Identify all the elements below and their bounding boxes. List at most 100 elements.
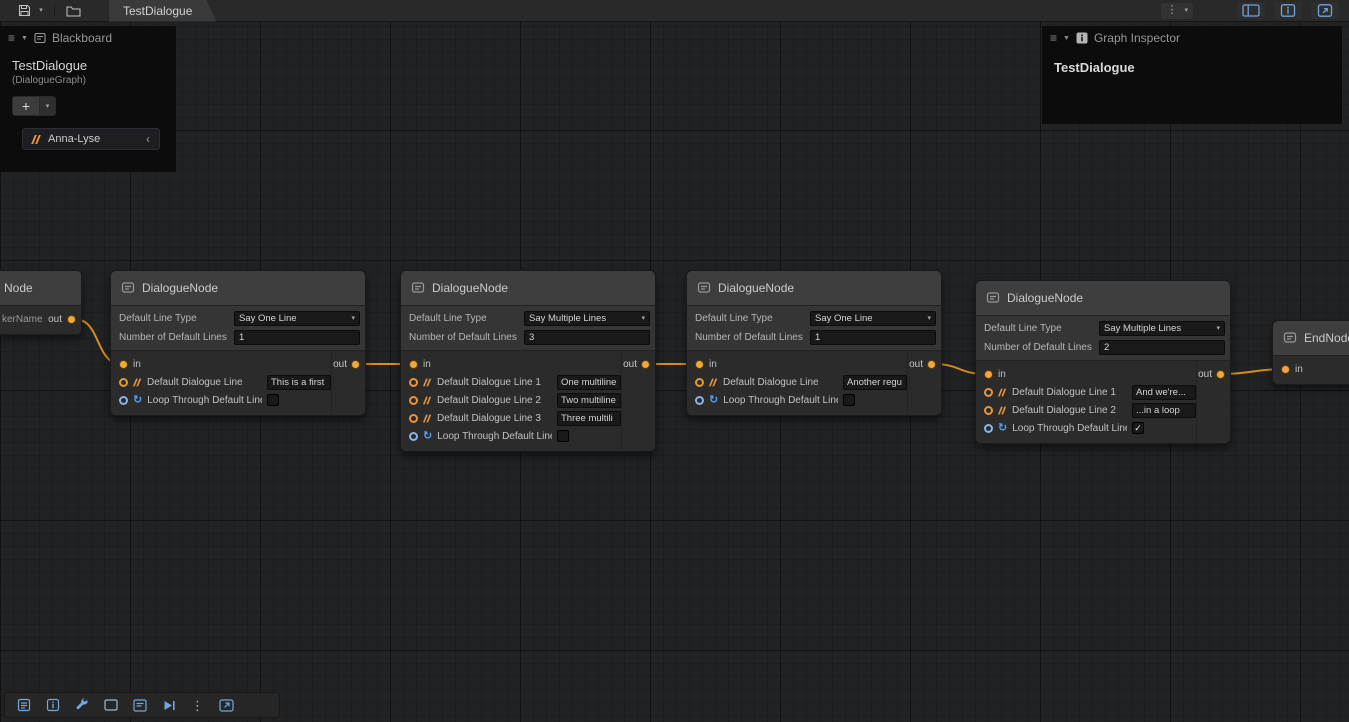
node-speaker[interactable]: Node kerName out bbox=[0, 270, 82, 335]
add-property-dropdown[interactable]: ▾ bbox=[40, 96, 56, 116]
collapse-caret-icon[interactable]: ▼ bbox=[1063, 35, 1070, 42]
dialogue-node-icon bbox=[986, 291, 1000, 305]
inspector-toggle-button[interactable] bbox=[46, 698, 60, 712]
node-properties: Default Line Type Say One Line ▾ Number … bbox=[111, 306, 365, 351]
dialogue-line-field[interactable] bbox=[267, 375, 331, 390]
string-port[interactable] bbox=[409, 378, 418, 387]
dialogue-line-label: Default Dialogue Line 3 bbox=[437, 413, 552, 424]
string-port[interactable] bbox=[984, 406, 993, 415]
num-lines-label: Number of Default Lines bbox=[119, 332, 227, 343]
toggle-blackboard-button[interactable] bbox=[1237, 2, 1265, 19]
loop-checkbox[interactable] bbox=[557, 430, 569, 442]
port-row: ↻ Loop Through Default Lines? bbox=[687, 391, 907, 409]
tab-testdialogue[interactable]: TestDialogue bbox=[109, 0, 216, 22]
num-lines-field[interactable] bbox=[810, 330, 936, 345]
port-row: Default Dialogue Line bbox=[687, 373, 907, 391]
num-lines-field[interactable] bbox=[234, 330, 360, 345]
in-port[interactable] bbox=[409, 360, 418, 369]
in-port[interactable] bbox=[695, 360, 704, 369]
port-row: in bbox=[976, 365, 1196, 383]
toolbar-overflow-group: ⋮ ▾ bbox=[1161, 3, 1193, 19]
node-dialogue-1[interactable]: DialogueNode Default Line Type Say One L… bbox=[110, 270, 366, 416]
bool-port[interactable] bbox=[984, 424, 993, 433]
in-port-label: in bbox=[1295, 364, 1303, 375]
port-row: in bbox=[111, 355, 331, 373]
string-port[interactable] bbox=[409, 396, 418, 405]
dialogue-line-field[interactable] bbox=[557, 375, 621, 390]
out-port[interactable] bbox=[1216, 370, 1225, 379]
loop-checkbox[interactable] bbox=[843, 394, 855, 406]
panel-icon bbox=[1242, 4, 1260, 17]
out-port[interactable] bbox=[351, 360, 360, 369]
out-port[interactable] bbox=[641, 360, 650, 369]
dialogue-line-field[interactable] bbox=[557, 411, 621, 426]
node-dialogue-3[interactable]: DialogueNode Default Line Type Say One L… bbox=[686, 270, 942, 416]
line-type-dropdown[interactable]: Say Multiple Lines ▾ bbox=[524, 311, 650, 326]
add-property-button[interactable]: + bbox=[12, 96, 40, 116]
save-button[interactable] bbox=[14, 2, 35, 20]
string-port[interactable] bbox=[119, 378, 128, 387]
out-port[interactable] bbox=[67, 315, 76, 324]
dialogue-line-label: Default Dialogue Line 2 bbox=[1012, 405, 1127, 416]
external-link-icon bbox=[219, 699, 234, 712]
bool-port[interactable] bbox=[119, 396, 128, 405]
string-port[interactable] bbox=[984, 388, 993, 397]
in-port-label: in bbox=[423, 359, 431, 370]
tools-button[interactable] bbox=[75, 698, 89, 712]
dialogue-line-field[interactable] bbox=[1132, 385, 1196, 400]
in-port[interactable] bbox=[119, 360, 128, 369]
string-port[interactable] bbox=[409, 414, 418, 423]
quote-icon bbox=[999, 388, 1007, 396]
caret-down-icon[interactable]: ▾ bbox=[1184, 7, 1188, 14]
loop-icon: ↻ bbox=[709, 395, 718, 406]
inspector-header[interactable]: ≡ ▼ Graph Inspector bbox=[1042, 26, 1342, 50]
open-external-button[interactable] bbox=[219, 699, 234, 712]
open-in-window-button[interactable] bbox=[1311, 2, 1339, 19]
line-type-dropdown[interactable]: Say Multiple Lines ▾ bbox=[1099, 321, 1225, 336]
num-lines-field[interactable] bbox=[1099, 340, 1225, 355]
play-button[interactable] bbox=[162, 699, 176, 712]
save-options-dropdown[interactable]: ▾ bbox=[35, 2, 47, 20]
num-lines-field[interactable] bbox=[524, 330, 650, 345]
loop-label: Loop Through Default Lines? bbox=[1012, 423, 1127, 434]
port-label: kerName bbox=[2, 314, 43, 325]
blackboard-graph-type: (DialogueGraph) bbox=[0, 73, 176, 86]
in-port[interactable] bbox=[1281, 365, 1290, 374]
dialogue-line-field[interactable] bbox=[1132, 403, 1196, 418]
in-port-label: in bbox=[998, 369, 1006, 380]
blackboard-property-anna-lyse[interactable]: Anna-Lyse ‹ bbox=[22, 128, 160, 150]
toggle-inspector-button[interactable] bbox=[1274, 2, 1302, 19]
caret-down-icon: ▾ bbox=[1216, 325, 1220, 332]
string-port[interactable] bbox=[695, 378, 704, 387]
dialogue-line-field[interactable] bbox=[843, 375, 907, 390]
in-port[interactable] bbox=[984, 370, 993, 379]
hamburger-icon[interactable]: ≡ bbox=[8, 32, 15, 44]
node-end[interactable]: EndNode in bbox=[1272, 320, 1349, 385]
kebab-menu-icon[interactable]: ⋮ bbox=[1166, 5, 1177, 16]
port-row: Default Dialogue Line bbox=[111, 373, 331, 391]
blackboard-icon bbox=[133, 699, 147, 712]
dialogue-line-field[interactable] bbox=[557, 393, 621, 408]
collapse-caret-icon[interactable]: ▼ bbox=[21, 35, 28, 42]
line-type-dropdown[interactable]: Say One Line ▾ bbox=[810, 311, 936, 326]
node-dialogue-2[interactable]: DialogueNode Default Line Type Say Multi… bbox=[400, 270, 656, 452]
open-asset-button[interactable] bbox=[62, 2, 85, 20]
loop-checkbox[interactable]: ✓ bbox=[1132, 422, 1144, 434]
line-type-dropdown[interactable]: Say One Line ▾ bbox=[234, 311, 360, 326]
more-options-button[interactable]: ⋮ bbox=[191, 699, 204, 712]
plus-icon: + bbox=[22, 98, 30, 114]
bool-port[interactable] bbox=[409, 432, 418, 441]
loop-checkbox[interactable] bbox=[267, 394, 279, 406]
blackboard-toggle-button[interactable] bbox=[133, 699, 147, 712]
hamburger-icon[interactable]: ≡ bbox=[1050, 32, 1057, 44]
frame-button[interactable] bbox=[104, 699, 118, 711]
notes-button[interactable] bbox=[17, 698, 31, 712]
blackboard-header[interactable]: ≡ ▼ Blackboard bbox=[0, 26, 176, 50]
out-port[interactable] bbox=[927, 360, 936, 369]
caret-down-icon: ▾ bbox=[46, 103, 50, 110]
port-row: in bbox=[687, 355, 907, 373]
bool-port[interactable] bbox=[695, 396, 704, 405]
node-dialogue-4[interactable]: DialogueNode Default Line Type Say Multi… bbox=[975, 280, 1231, 444]
dialogue-node-icon bbox=[697, 281, 711, 295]
chevron-left-icon[interactable]: ‹ bbox=[146, 133, 150, 145]
